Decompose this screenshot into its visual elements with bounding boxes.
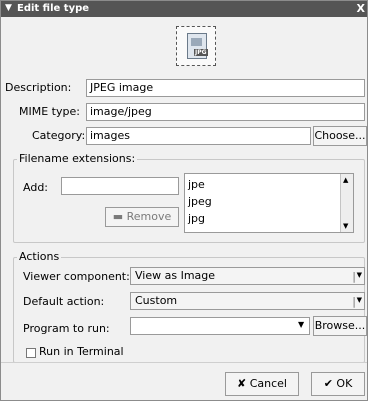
extensions-scrollbar[interactable]: ▲ ▼ bbox=[340, 174, 353, 232]
viewer-component-select[interactable]: View as Image | ▼ bbox=[130, 267, 365, 285]
file-type-icon-button[interactable]: JPG bbox=[176, 26, 216, 66]
scroll-up-icon[interactable]: ▲ bbox=[343, 176, 348, 184]
add-label: Add: bbox=[23, 181, 49, 194]
scroll-down-icon[interactable]: ▼ bbox=[343, 222, 348, 230]
mime-field[interactable]: image/jpeg bbox=[86, 103, 365, 121]
ok-icon: ✔ bbox=[323, 377, 333, 390]
program-to-run-label: Program to run: bbox=[23, 322, 110, 335]
description-label: Description: bbox=[5, 81, 72, 94]
actions-label: Actions bbox=[17, 250, 62, 263]
run-in-terminal-label: Run in Terminal bbox=[39, 345, 124, 358]
remove-button[interactable]: ▬ Remove bbox=[105, 207, 179, 227]
filename-extensions-label: Filename extensions: bbox=[17, 152, 138, 165]
browse-button[interactable]: Browse... bbox=[313, 316, 367, 336]
divider bbox=[1, 362, 367, 363]
category-label: Category: bbox=[32, 129, 86, 142]
category-field[interactable]: images bbox=[86, 127, 311, 145]
window-menu-icon[interactable]: ▼ bbox=[5, 3, 12, 13]
default-action-select[interactable]: Custom | ▼ bbox=[130, 292, 365, 310]
window-title: Edit file type bbox=[17, 3, 90, 14]
list-item[interactable]: jpg bbox=[188, 210, 212, 227]
remove-icon: ▬ bbox=[112, 210, 124, 223]
chevron-down-icon: ▼ bbox=[356, 296, 362, 304]
cancel-button[interactable]: ✘ Cancel bbox=[225, 372, 299, 396]
default-action-label: Default action: bbox=[23, 295, 105, 308]
list-item[interactable]: jpe bbox=[188, 176, 212, 193]
description-field[interactable]: JPEG image bbox=[86, 79, 365, 97]
remove-button-label: Remove bbox=[126, 210, 172, 223]
add-extension-field[interactable] bbox=[61, 177, 179, 195]
list-item[interactable]: jpeg bbox=[188, 193, 212, 210]
ok-button[interactable]: ✔ OK bbox=[311, 372, 365, 396]
viewer-component-label: Viewer component: bbox=[23, 270, 130, 283]
run-in-terminal-checkbox[interactable] bbox=[26, 348, 36, 358]
program-to-run-field[interactable] bbox=[130, 317, 310, 335]
jpg-file-icon: JPG bbox=[187, 33, 208, 59]
program-dropdown-icon[interactable]: ▼ bbox=[298, 320, 304, 329]
edit-file-type-dialog: ▼ Edit file type X JPG Description: JPEG… bbox=[0, 0, 368, 401]
cancel-icon: ✘ bbox=[237, 377, 247, 390]
choose-button[interactable]: Choose... bbox=[313, 126, 367, 146]
chevron-down-icon: ▼ bbox=[356, 271, 362, 279]
extensions-list[interactable]: jpe jpeg jpg ▲ ▼ bbox=[184, 173, 354, 233]
close-icon[interactable]: X bbox=[357, 2, 365, 15]
mime-label: MIME type: bbox=[19, 105, 80, 118]
title-bar[interactable]: ▼ Edit file type X bbox=[1, 1, 367, 17]
